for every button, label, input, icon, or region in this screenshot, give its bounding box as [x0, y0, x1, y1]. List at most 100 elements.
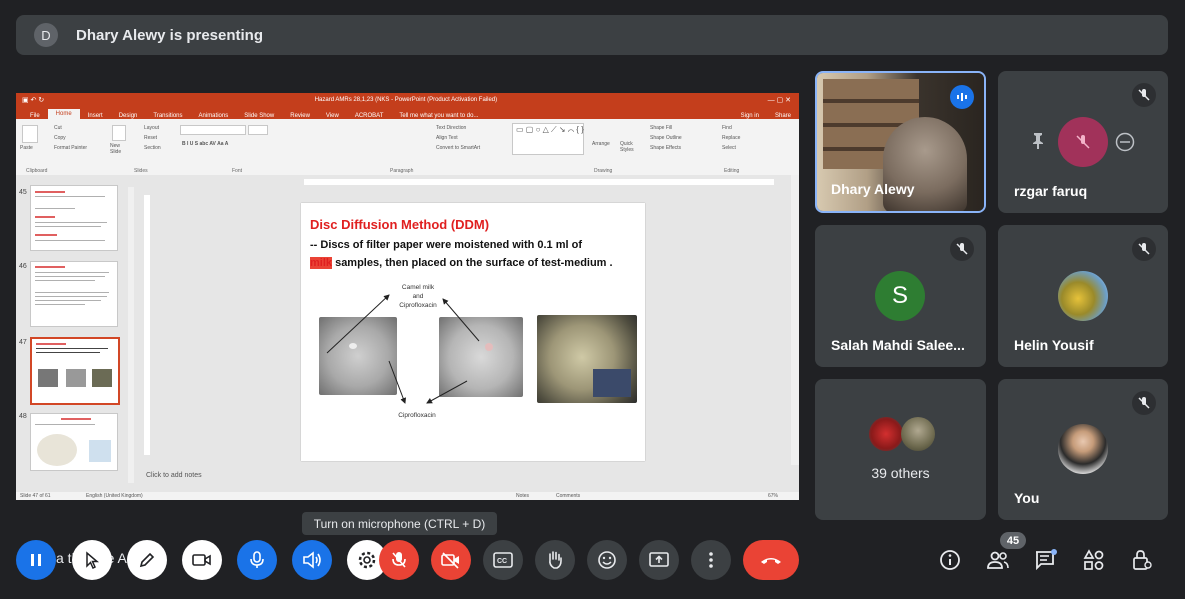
layout-label: Layout [144, 125, 160, 131]
new-slide-icon [112, 125, 126, 141]
reactions-button[interactable] [587, 540, 627, 580]
slide-thumbnail [30, 261, 118, 327]
svg-text:CC: CC [497, 558, 507, 565]
video-camera-icon [192, 554, 211, 566]
status-comments: Comments [556, 493, 581, 499]
participant-tile-others[interactable]: 39 others [815, 379, 986, 520]
label-ciprofloxacin: Ciprofloxacin [398, 412, 436, 419]
shape-outline-label: Shape Outline [650, 135, 682, 141]
participant-name: Dhary Alewy [831, 181, 915, 197]
hang-up-icon [761, 558, 781, 564]
participant-avatar-photo [1058, 424, 1108, 474]
participant-name: Helin Yousif [1014, 337, 1094, 353]
participant-tile-salah[interactable]: S Salah Mahdi Salee... [815, 225, 986, 367]
current-slide[interactable]: Disc Diffusion Method (DDM) -- Discs of … [301, 203, 645, 461]
ppt-window-title: Hazard AMRs 28,1,23 (NKS - PowerPoint (P… [314, 97, 498, 103]
new-slide-label: New Slide [110, 143, 122, 155]
camera-tool-button[interactable] [182, 540, 222, 580]
select-label: Select [722, 145, 736, 151]
present-screen-button[interactable] [639, 540, 679, 580]
reset-label: Reset [144, 135, 158, 141]
pointer-tool-button[interactable] [72, 540, 112, 580]
participant-tile-helin[interactable]: Helin Yousif [998, 225, 1168, 367]
pin-icon[interactable] [1030, 132, 1046, 155]
paste-label: Paste [20, 145, 33, 151]
presenter-avatar: D [34, 23, 58, 47]
slide-thumbnails: 45 46 47 48 [16, 175, 134, 492]
canvas-scrollbar[interactable] [791, 175, 799, 465]
activities-button[interactable] [1078, 544, 1110, 576]
participant-tile-rzgar[interactable]: rzgar faruq [998, 71, 1168, 213]
chat-icon [1036, 549, 1057, 571]
shape-fill-label: Shape Fill [650, 125, 673, 131]
meeting-details-button[interactable] [934, 544, 966, 576]
slide-thumbnail [30, 413, 118, 471]
pen-icon [139, 552, 155, 568]
hand-icon [549, 551, 562, 569]
status-notes: Notes [516, 493, 530, 499]
pause-icon [31, 554, 41, 566]
ribbon-group-clipboard: Clipboard [26, 168, 48, 174]
mic-tool-button[interactable] [237, 540, 277, 580]
chat-button[interactable] [1030, 544, 1062, 576]
microphone-icon [250, 551, 264, 568]
activities-icon [1083, 549, 1104, 570]
ribbon-group-editing: Editing [724, 168, 740, 174]
others-avatar-1 [869, 417, 903, 451]
arrange-label: Arrange [592, 141, 610, 147]
participant-avatar: S [875, 271, 925, 321]
camera-off-button[interactable] [431, 540, 471, 580]
vertical-ruler [144, 195, 150, 455]
mic-off-icon [1132, 391, 1156, 415]
captions-button[interactable]: CC [483, 540, 523, 580]
more-options-button[interactable] [691, 540, 731, 580]
ppt-tabs: File Home Insert Design Transitions Anim… [16, 107, 799, 119]
thumb-number: 47 [19, 339, 27, 346]
section-label: Section [144, 145, 161, 151]
text-direction-label: Text Direction [436, 125, 467, 131]
mic-off-icon [392, 552, 406, 568]
horizontal-ruler [304, 179, 774, 185]
font-format-icons: B I U S abc AV Aa A [182, 141, 229, 147]
participant-tile-dhary[interactable]: Dhary Alewy [815, 71, 986, 213]
presenting-text: Dhary Alewy is presenting [76, 26, 264, 44]
host-controls-button[interactable] [1126, 544, 1158, 576]
mute-participant-button[interactable] [1058, 117, 1108, 167]
closed-captions-icon: CC [493, 552, 513, 568]
participant-tile-you[interactable]: You [998, 379, 1168, 520]
present-icon [649, 552, 669, 567]
info-icon [940, 550, 960, 570]
font-name-box [180, 125, 246, 135]
mic-off-icon [1132, 237, 1156, 261]
ribbon-group-paragraph: Paragraph [390, 168, 414, 174]
ppt-status-bar: Slide 47 of 61 English (United Kingdom) … [16, 492, 799, 500]
slide-thumbnail [30, 185, 118, 251]
ppt-title-bar: ▣ ↶ ↻ Hazard AMRs 28,1,23 (NKS - PowerPo… [16, 93, 799, 107]
ppt-ribbon: Paste Cut Copy Format Painter New Slide … [16, 119, 799, 176]
others-avatar-2 [901, 417, 935, 451]
leave-call-button[interactable] [743, 540, 799, 580]
speaking-indicator-icon [950, 85, 974, 109]
raise-hand-button[interactable] [535, 540, 575, 580]
microphone-off-button[interactable] [379, 540, 419, 580]
shape-effects-label: Shape Effects [650, 145, 682, 151]
remove-participant-icon[interactable] [1115, 132, 1135, 157]
pause-button[interactable] [16, 540, 56, 580]
slide-thumbnail-selected [30, 337, 120, 405]
shapes-icon: ▭ ▢ ○ △ ⟋ ↘ ⌒ { } [516, 125, 584, 134]
font-size-box [248, 125, 268, 135]
others-count: 39 others [871, 465, 930, 481]
ribbon-group-slides: Slides [134, 168, 148, 174]
arrows-overlay [326, 294, 480, 404]
participant-name: You [1014, 490, 1040, 506]
ppt-tab-home: Home [47, 109, 80, 119]
lock-person-icon [1133, 550, 1152, 570]
shared-screen[interactable]: ▣ ↶ ↻ Hazard AMRs 28,1,23 (NKS - PowerPo… [16, 93, 799, 500]
ribbon-group-drawing: Drawing [594, 168, 613, 174]
ppt-workspace: 45 46 47 48 Disc Diffusion Method (DDM) … [16, 175, 799, 492]
pen-tool-button[interactable] [127, 540, 167, 580]
speaker-tool-button[interactable] [292, 540, 332, 580]
status-slide: Slide 47 of 61 [20, 493, 51, 499]
format-painter-label: Format Painter [54, 145, 88, 151]
ribbon-group-font: Font [232, 168, 243, 174]
